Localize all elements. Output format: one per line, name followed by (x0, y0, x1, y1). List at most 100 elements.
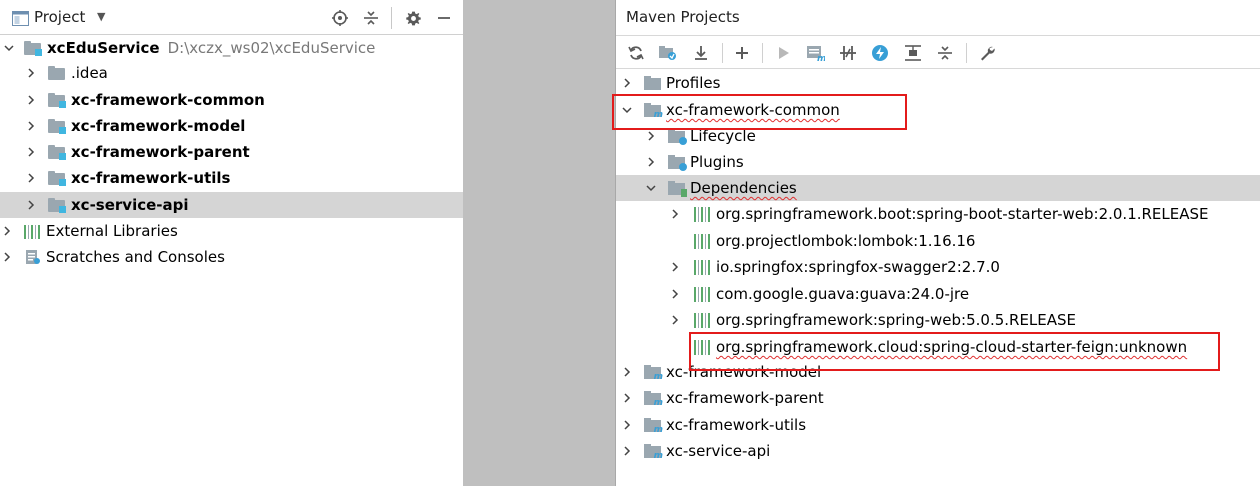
project-view-dropdown-icon[interactable]: ▼ (97, 10, 105, 23)
dependency-label: org.springframework.boot:spring-boot-sta… (716, 205, 1209, 223)
maven-module-icon: m (644, 444, 663, 461)
header-divider (391, 7, 392, 29)
editor-gap (463, 0, 615, 486)
tree-item-label: Profiles (666, 74, 721, 92)
maven-tree-xc-service-api[interactable]: m xc-service-api (616, 438, 1260, 464)
project-view-icon (10, 8, 30, 28)
svg-text:m: m (817, 54, 825, 61)
collapse-all-icon[interactable] (361, 8, 381, 28)
project-view-title[interactable]: Project (34, 8, 85, 26)
project-panel: Project ▼ xcEduService D:\xczx_ws02\xcEd… (0, 0, 463, 486)
run-icon[interactable] (773, 42, 795, 64)
skip-tests-icon[interactable] (869, 42, 891, 64)
project-panel-header: Project ▼ (0, 0, 463, 35)
tree-item-xcEduService[interactable]: xcEduService D:\xczx_ws02\xcEduService (0, 35, 463, 61)
folder-icon (48, 66, 65, 80)
chevron-right-icon[interactable] (24, 119, 38, 133)
tree-item-label: xc-service-api (71, 196, 189, 214)
dependency-item[interactable]: org.springframework:spring-web:5.0.5.REL… (616, 307, 1260, 333)
maven-module-icon: m (644, 391, 663, 408)
module-folder-icon (48, 145, 66, 160)
dependency-item[interactable]: org.projectlombok:lombok:1.16.16 (616, 228, 1260, 254)
chevron-right-icon[interactable] (668, 287, 682, 301)
scratches-icon (24, 249, 40, 265)
tree-item-scratches[interactable]: Scratches and Consoles (0, 244, 463, 270)
toolbar-divider (762, 43, 763, 63)
tree-item-label: xc-framework-common (71, 91, 265, 109)
chevron-right-icon[interactable] (668, 313, 682, 327)
generate-sources-icon[interactable] (657, 42, 679, 64)
lifecycle-folder-icon (668, 129, 687, 145)
chevron-right-icon[interactable] (620, 76, 634, 90)
gear-icon[interactable] (403, 8, 423, 28)
chevron-right-icon[interactable] (24, 93, 38, 107)
tree-item-xc-service-api[interactable]: xc-service-api (0, 192, 463, 218)
execute-goal-icon[interactable]: m (805, 42, 827, 64)
chevron-right-icon[interactable] (0, 250, 14, 264)
maven-tree-xc-framework-parent[interactable]: m xc-framework-parent (616, 385, 1260, 411)
maven-tree-xc-framework-utils[interactable]: m xc-framework-utils (616, 412, 1260, 438)
locate-icon[interactable] (330, 8, 350, 28)
chevron-right-icon[interactable] (620, 418, 634, 432)
toggle-offline-icon[interactable] (837, 42, 859, 64)
tree-item-xc-framework-parent[interactable]: xc-framework-parent (0, 139, 463, 165)
maven-toolbar: m (616, 36, 1260, 69)
tree-item-label: xc-framework-model (71, 117, 246, 135)
tree-item-xc-framework-common[interactable]: xc-framework-common (0, 87, 463, 113)
highlight-box-module (612, 94, 907, 130)
chevron-down-icon[interactable] (2, 41, 16, 55)
chevron-right-icon[interactable] (24, 198, 38, 212)
library-icon (694, 286, 710, 302)
tree-item-label: Scratches and Consoles (46, 248, 225, 266)
show-dependencies-icon[interactable] (902, 42, 924, 64)
dependency-item[interactable]: io.springfox:springfox-swagger2:2.7.0 (616, 254, 1260, 280)
tree-item-xc-framework-model[interactable]: xc-framework-model (0, 113, 463, 139)
tree-item-label: xcEduService (47, 39, 160, 57)
chevron-right-icon[interactable] (668, 207, 682, 221)
chevron-right-icon[interactable] (644, 155, 658, 169)
toolbar-divider (722, 43, 723, 63)
chevron-right-icon[interactable] (620, 444, 634, 458)
tree-item-label: xc-framework-utils (666, 416, 807, 434)
folder-icon (644, 76, 661, 90)
dependency-item[interactable]: com.google.guava:guava:24.0-jre (616, 281, 1260, 307)
tree-item-idea[interactable]: .idea (0, 60, 463, 86)
download-icon[interactable] (690, 42, 712, 64)
library-icon (694, 312, 710, 328)
plugins-folder-icon (668, 155, 687, 171)
tree-item-xc-framework-utils[interactable]: xc-framework-utils (0, 165, 463, 191)
minimize-icon[interactable] (434, 8, 454, 28)
dependency-item[interactable]: org.springframework.boot:spring-boot-sta… (616, 201, 1260, 227)
dependency-label: io.springfox:springfox-swagger2:2.7.0 (716, 258, 1000, 276)
tree-item-label: xc-framework-parent (666, 389, 824, 407)
chevron-right-icon[interactable] (24, 66, 38, 80)
dependencies-folder-icon (668, 181, 687, 197)
chevron-right-icon[interactable] (644, 129, 658, 143)
chevron-right-icon[interactable] (0, 224, 14, 238)
tree-item-label: Plugins (690, 153, 744, 171)
tree-item-label: xc-service-api (666, 442, 771, 460)
reimport-icon[interactable] (625, 42, 647, 64)
library-icon (24, 223, 40, 239)
dependency-label: org.projectlombok:lombok:1.16.16 (716, 232, 976, 250)
highlight-box-feign (689, 332, 1220, 371)
tree-item-external-libraries[interactable]: External Libraries (0, 218, 463, 244)
chevron-right-icon[interactable] (24, 171, 38, 185)
chevron-right-icon[interactable] (620, 391, 634, 405)
chevron-right-icon[interactable] (620, 365, 634, 379)
chevron-down-icon[interactable] (644, 181, 658, 195)
toolbar-divider (966, 43, 967, 63)
maven-tree-dependencies[interactable]: Dependencies (616, 175, 1260, 201)
module-folder-icon (48, 93, 66, 108)
collapse-all-icon[interactable] (934, 42, 956, 64)
add-icon[interactable] (731, 42, 753, 64)
module-folder-icon (24, 41, 42, 56)
dependency-label: com.google.guava:guava:24.0-jre (716, 285, 970, 303)
wrench-icon[interactable] (976, 42, 998, 64)
maven-tree-profiles[interactable]: Profiles (616, 70, 1260, 96)
tree-item-label: External Libraries (46, 222, 178, 240)
chevron-right-icon[interactable] (24, 145, 38, 159)
maven-panel-title: Maven Projects (626, 8, 740, 26)
chevron-right-icon[interactable] (668, 260, 682, 274)
maven-tree-plugins[interactable]: Plugins (616, 149, 1260, 175)
